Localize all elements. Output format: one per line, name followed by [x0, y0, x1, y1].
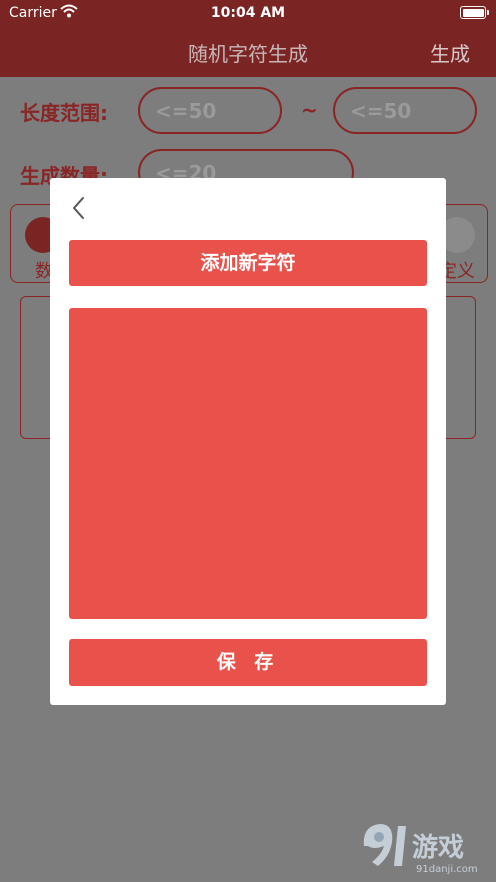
- watermark-logo: 游戏 91danji.com: [363, 824, 478, 875]
- custom-characters-dialog: 添加新字符 保 存: [50, 178, 446, 705]
- length-min-placeholder: <=50: [155, 99, 217, 123]
- status-bar: Carrier 10:04 AM: [0, 0, 496, 26]
- battery-icon: [460, 6, 489, 19]
- back-chevron-icon[interactable]: [68, 194, 92, 222]
- status-time: 10:04 AM: [210, 5, 286, 21]
- length-range-label: 长度范围:: [20, 101, 108, 125]
- nav-bar: 随机字符生成 生成: [0, 26, 496, 77]
- range-separator: ~: [301, 98, 318, 122]
- svg-text:游戏: 游戏: [412, 833, 464, 863]
- length-min-input[interactable]: <=50: [138, 87, 282, 134]
- custom-characters-input[interactable]: [69, 308, 427, 619]
- length-max-placeholder: <=50: [350, 99, 412, 123]
- generate-button[interactable]: 生成: [430, 38, 470, 67]
- svg-text:91danji.com: 91danji.com: [416, 864, 478, 875]
- save-button[interactable]: 保 存: [69, 639, 427, 686]
- page-title: 随机字符生成: [188, 42, 308, 66]
- length-max-input[interactable]: <=50: [333, 87, 477, 134]
- add-new-character-button[interactable]: 添加新字符: [69, 240, 427, 286]
